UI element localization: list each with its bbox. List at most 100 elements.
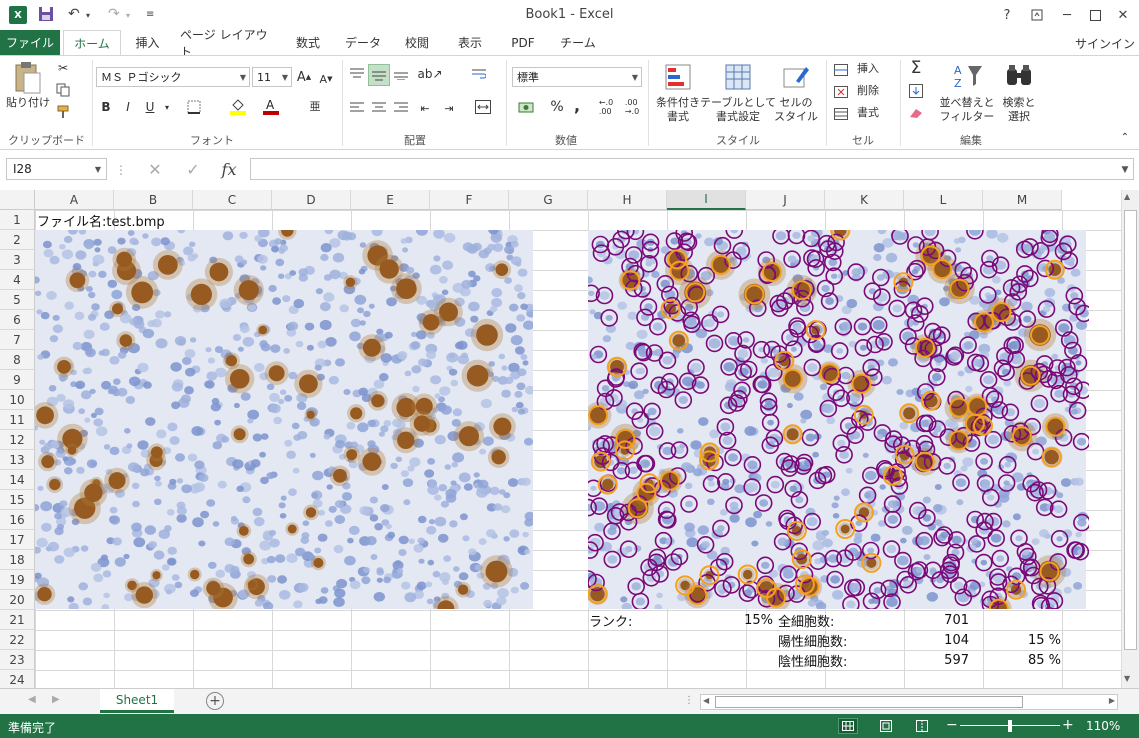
page-break-view-icon[interactable] xyxy=(912,718,932,734)
tab-formulas[interactable]: 数式 xyxy=(288,30,328,55)
increase-font-icon[interactable]: A ▲ xyxy=(296,68,312,86)
scroll-down-icon[interactable]: ▼ xyxy=(1124,674,1130,683)
percent-button[interactable]: % xyxy=(548,96,566,118)
select-all-corner[interactable] xyxy=(0,190,35,210)
fill-icon[interactable] xyxy=(906,82,926,100)
sign-in-link[interactable]: サインイン xyxy=(1075,35,1135,52)
row-header-20[interactable]: 20 xyxy=(0,590,35,610)
sheet-tab-sheet1[interactable]: Sheet1 xyxy=(100,689,174,713)
confirm-icon[interactable]: ✓ xyxy=(178,158,208,180)
horizontal-scroll-thumb[interactable] xyxy=(715,696,1023,708)
row-header-14[interactable]: 14 xyxy=(0,470,35,490)
vertical-scrollbar[interactable]: ▲ ▼ xyxy=(1121,190,1139,688)
row-header-1[interactable]: 1 xyxy=(0,210,35,230)
row-header-15[interactable]: 15 xyxy=(0,490,35,510)
phonetic-icon[interactable]: 亜 xyxy=(306,96,324,116)
find-select-icon[interactable] xyxy=(1002,60,1036,92)
row-header-8[interactable]: 8 xyxy=(0,350,35,370)
tab-team[interactable]: チーム xyxy=(554,30,602,55)
row-header-4[interactable]: 4 xyxy=(0,270,35,290)
font-name-select[interactable]: ＭＳ Ｐゴシック ▼ xyxy=(96,67,250,87)
zoom-level[interactable]: 110% xyxy=(1086,719,1120,733)
stained-tissue-image[interactable] xyxy=(35,230,533,609)
conditional-format-button[interactable]: 条件付き 書式 xyxy=(650,96,706,124)
zoom-slider-thumb[interactable] xyxy=(1008,720,1012,732)
border-icon[interactable] xyxy=(184,98,204,116)
tab-insert[interactable]: 挿入 xyxy=(125,30,170,55)
comma-button[interactable]: , xyxy=(570,94,584,116)
format-as-table-icon[interactable] xyxy=(722,60,754,94)
annotated-cell-detection-image[interactable] xyxy=(588,230,1089,609)
column-header-l[interactable]: L xyxy=(904,190,983,210)
font-size-select[interactable]: 11 ▼ xyxy=(252,67,292,87)
align-middle-icon[interactable] xyxy=(368,64,390,86)
prev-sheet-icon[interactable]: ◀ xyxy=(28,694,36,705)
bold-button[interactable]: B xyxy=(98,98,114,116)
column-header-h[interactable]: H xyxy=(588,190,667,210)
row-header-24[interactable]: 24 xyxy=(0,670,35,688)
cell-styles-button[interactable]: セルの スタイル xyxy=(770,96,822,124)
row-header-7[interactable]: 7 xyxy=(0,330,35,350)
number-format-select[interactable]: 標準 ▼ xyxy=(512,67,642,87)
sort-filter-button[interactable]: 並べ替えと フィルター xyxy=(934,96,1000,124)
formula-input[interactable] xyxy=(250,158,1134,180)
cell-k23[interactable]: 597 xyxy=(896,650,969,670)
paste-icon[interactable] xyxy=(10,60,44,96)
italic-button[interactable]: I xyxy=(120,98,136,116)
column-header-c[interactable]: C xyxy=(193,190,272,210)
currency-icon[interactable] xyxy=(512,96,542,118)
ribbon-display-icon[interactable] xyxy=(1025,4,1049,26)
column-header-d[interactable]: D xyxy=(272,190,351,210)
delete-cells-button[interactable]: 削除 xyxy=(852,84,884,98)
cell-k22[interactable]: 104 xyxy=(896,630,969,650)
decrease-decimal-icon[interactable]: .00 →.0 xyxy=(622,96,642,118)
row-header-3[interactable]: 3 xyxy=(0,250,35,270)
new-sheet-button[interactable]: + xyxy=(206,692,224,710)
format-cells-icon[interactable] xyxy=(832,106,850,122)
row-header-9[interactable]: 9 xyxy=(0,370,35,390)
orientation-icon[interactable]: ab↗ xyxy=(416,64,444,84)
row-header-10[interactable]: 10 xyxy=(0,390,35,410)
tab-pdf[interactable]: PDF xyxy=(502,30,544,55)
row-header-22[interactable]: 22 xyxy=(0,630,35,650)
align-center-icon[interactable] xyxy=(370,98,388,118)
worksheet-grid[interactable]: ABCDEFGHIJKLM 1 2 3 4 5 6 7 8 9 10 11 12 13 14 15 16 17 1… xyxy=(0,190,1121,688)
row-header-13[interactable]: 13 xyxy=(0,450,35,470)
collapse-ribbon-icon[interactable]: ⌃ xyxy=(1118,130,1132,144)
row-header-17[interactable]: 17 xyxy=(0,530,35,550)
zoom-out-icon[interactable]: − xyxy=(946,717,958,733)
wrap-text-icon[interactable] xyxy=(470,64,488,84)
column-header-k[interactable]: K xyxy=(825,190,904,210)
decrease-indent-icon[interactable]: ⇤ xyxy=(416,98,434,118)
merge-center-icon[interactable] xyxy=(468,96,498,118)
clear-icon[interactable] xyxy=(906,104,926,122)
format-cells-button[interactable]: 書式 xyxy=(852,106,884,120)
sort-filter-icon[interactable]: AZ xyxy=(950,60,986,92)
row-header-5[interactable]: 5 xyxy=(0,290,35,310)
row-header-23[interactable]: 23 xyxy=(0,650,35,670)
conditional-format-icon[interactable] xyxy=(662,60,694,94)
cell-l22[interactable]: 15 % xyxy=(975,630,1061,650)
cut-icon[interactable]: ✂ xyxy=(54,60,72,76)
cancel-icon[interactable]: ✕ xyxy=(140,158,170,180)
increase-decimal-icon[interactable]: ←.0.00 xyxy=(596,96,616,118)
cell-l23[interactable]: 85 % xyxy=(975,650,1061,670)
underline-button[interactable]: U xyxy=(142,98,158,116)
horizontal-scrollbar[interactable]: ◀ ▶ xyxy=(700,694,1118,710)
row-header-12[interactable]: 12 xyxy=(0,430,35,450)
copy-icon[interactable] xyxy=(54,82,72,98)
column-header-m[interactable]: M xyxy=(983,190,1062,210)
font-color-icon[interactable]: A xyxy=(262,96,280,116)
tab-data[interactable]: データ xyxy=(338,30,388,55)
cell-i21[interactable]: 15% xyxy=(667,610,773,630)
tab-page-layout[interactable]: ページ レイアウト xyxy=(180,28,278,59)
cell-k21[interactable]: 701 xyxy=(896,610,969,630)
align-right-icon[interactable] xyxy=(392,98,410,118)
find-select-button[interactable]: 検索と 選択 xyxy=(996,96,1042,124)
cell-j23[interactable]: 陰性細胞数: xyxy=(778,650,847,670)
tab-file[interactable]: ファイル xyxy=(0,30,60,55)
tab-view[interactable]: 表示 xyxy=(448,30,492,55)
scroll-right-icon[interactable]: ▶ xyxy=(1109,696,1115,705)
expand-formula-bar-icon[interactable]: ▼ xyxy=(1118,162,1132,178)
column-header-b[interactable]: B xyxy=(114,190,193,210)
